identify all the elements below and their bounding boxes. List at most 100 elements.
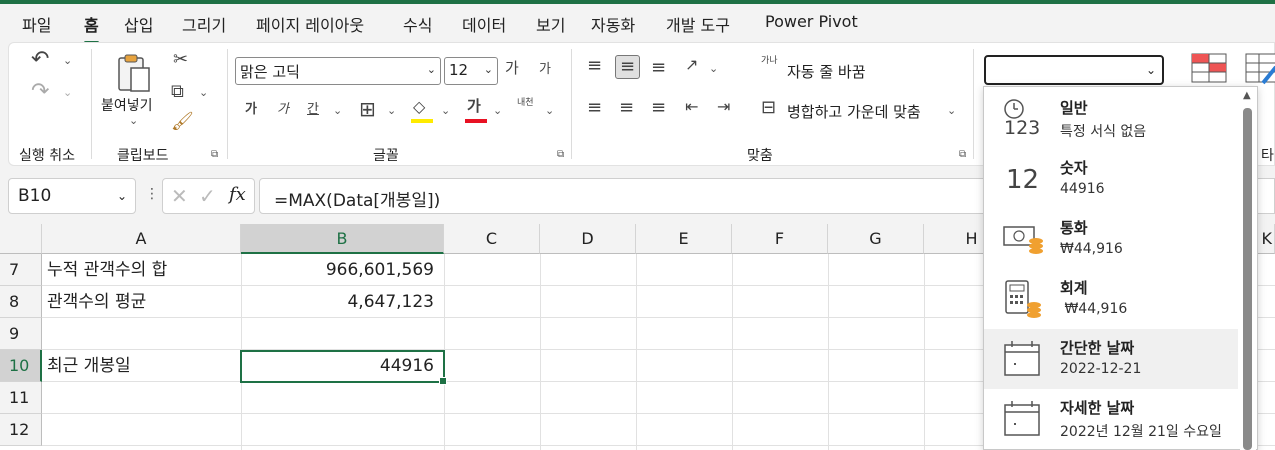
format-as-table-icon[interactable]	[1245, 53, 1275, 87]
column-header-b[interactable]: B	[241, 224, 444, 254]
active-cell-border	[240, 350, 447, 385]
cell-b8[interactable]: 4,647,123	[241, 286, 444, 318]
cell-b7[interactable]: 966,601,569	[241, 254, 444, 286]
redo-icon[interactable]: ↷	[31, 81, 49, 103]
dropdown-scrollbar[interactable]: ▲	[1240, 88, 1256, 450]
scrollbar-thumb[interactable]	[1243, 108, 1252, 450]
format-option-currency[interactable]: 통화 ₩44,916	[984, 209, 1238, 269]
cell-a7[interactable]: 누적 관객수의 합	[42, 254, 241, 286]
tab-page-layout[interactable]: 페이지 레이아웃	[256, 12, 364, 36]
column-header-a[interactable]: A	[42, 224, 241, 254]
format-option-long-date[interactable]: 자세한 날짜 2022년 12월 21일 수요일	[984, 389, 1238, 449]
border-icon[interactable]: ⊞	[359, 99, 376, 119]
scroll-up-icon[interactable]: ▲	[1243, 90, 1251, 101]
italic-button[interactable]: 가	[277, 103, 289, 116]
font-color-swatch	[465, 119, 487, 123]
select-all-corner[interactable]	[0, 224, 42, 254]
row-header-9[interactable]: 9	[0, 318, 42, 350]
tab-automate[interactable]: 자동화	[591, 12, 635, 36]
fill-color-swatch	[411, 119, 433, 123]
column-header-g[interactable]: G	[828, 224, 924, 254]
format-option-accounting[interactable]: 회계 ₩44,916	[984, 269, 1238, 329]
name-box[interactable]: B10 ⌄	[8, 178, 136, 214]
row-header-12[interactable]: 12	[0, 414, 42, 446]
underline-button[interactable]: 간	[307, 103, 319, 116]
font-color-button[interactable]: 가	[467, 99, 481, 114]
cell-a8[interactable]: 관객수의 평균	[42, 286, 241, 318]
tab-data[interactable]: 데이터	[462, 12, 506, 36]
paste-dropdown-icon[interactable]: ⌄	[129, 115, 138, 126]
tab-formulas[interactable]: 수식	[403, 12, 432, 36]
cut-icon[interactable]: ✂	[173, 51, 188, 69]
number-format-combo[interactable]: ⌄	[984, 55, 1164, 85]
copy-dropdown-icon[interactable]: ⌄	[199, 87, 208, 98]
tab-draw[interactable]: 그리기	[182, 12, 226, 36]
shrink-font-icon[interactable]: 가	[539, 63, 551, 76]
tab-home[interactable]: 홈	[84, 12, 99, 44]
chevron-down-icon: ⌄	[116, 189, 127, 203]
align-left-icon[interactable]: ≡	[587, 99, 602, 117]
cancel-icon[interactable]: ✕	[171, 184, 188, 208]
alignment-group-label: 맞춤	[747, 148, 773, 164]
tab-developer[interactable]: 개발 도구	[666, 12, 730, 36]
format-option-number[interactable]: 12 숫자 44916	[984, 149, 1238, 209]
formula-text: =MAX(Data[개봉일])	[274, 191, 441, 211]
orientation-dropdown-icon[interactable]: ⌄	[709, 63, 718, 74]
column-header-e[interactable]: E	[636, 224, 732, 254]
orientation-icon[interactable]: ↗	[685, 57, 698, 73]
bold-button[interactable]: 가	[245, 103, 257, 116]
border-dropdown-icon[interactable]: ⌄	[387, 105, 396, 116]
merge-dropdown-icon[interactable]: ⌄	[947, 105, 956, 116]
copy-icon[interactable]: ⧉	[171, 83, 184, 101]
fill-color-icon[interactable]: ◇	[413, 99, 425, 115]
align-top-icon[interactable]: ≡	[587, 57, 602, 75]
conditional-format-icon[interactable]	[1191, 53, 1227, 83]
format-painter-icon[interactable]: 🖌	[171, 113, 194, 131]
redo-dropdown-icon[interactable]: ⌄	[63, 87, 72, 98]
tab-power-pivot[interactable]: Power Pivot	[765, 12, 858, 31]
font-name-combo[interactable]: 맑은 고딕 ⌄	[235, 57, 441, 85]
format-option-general[interactable]: 123 일반 특정 서식 없음	[984, 89, 1238, 149]
row-header-7[interactable]: 7	[0, 254, 42, 286]
name-box-value: B10	[18, 186, 52, 206]
grow-font-icon[interactable]: 가	[505, 61, 519, 76]
row-header-10[interactable]: 10	[0, 350, 42, 382]
row-header-11[interactable]: 11	[0, 382, 42, 414]
alignment-launcher-icon[interactable]: ⧉	[959, 149, 966, 160]
phonetic-dropdown-icon[interactable]: ⌄	[545, 105, 554, 116]
undo-icon[interactable]: ↶	[31, 49, 49, 71]
column-header-d[interactable]: D	[540, 224, 636, 254]
undo-dropdown-icon[interactable]: ⌄	[63, 55, 72, 66]
merge-center-button[interactable]: 병합하고 가운데 맞춤	[787, 101, 921, 122]
increase-indent-icon[interactable]: ⇥	[717, 99, 730, 115]
phonetic-icon[interactable]: 내천	[517, 99, 534, 108]
align-bottom-icon[interactable]: ≡	[651, 59, 666, 77]
tab-view[interactable]: 보기	[536, 12, 565, 36]
enter-icon[interactable]: ✓	[199, 184, 216, 208]
tab-insert[interactable]: 삽입	[124, 12, 153, 36]
paste-button[interactable]: 붙여넣기	[101, 95, 153, 115]
decrease-indent-icon[interactable]: ⇤	[685, 99, 698, 115]
column-header-c[interactable]: C	[444, 224, 540, 254]
format-option-short-date[interactable]: 간단한 날짜 2022-12-21	[984, 329, 1238, 389]
font-size-combo[interactable]: 12 ⌄	[444, 57, 498, 85]
align-right-icon[interactable]: ≡	[651, 99, 666, 117]
column-header-f[interactable]: F	[732, 224, 828, 254]
font-color-dropdown-icon[interactable]: ⌄	[493, 105, 502, 116]
paste-icon[interactable]	[117, 53, 153, 93]
tab-file[interactable]: 파일	[22, 12, 51, 36]
align-middle-icon[interactable]: ≡	[615, 55, 641, 79]
clipboard-launcher-icon[interactable]: ⧉	[211, 149, 218, 160]
underline-dropdown-icon[interactable]: ⌄	[333, 105, 342, 116]
align-center-icon[interactable]: ≡	[619, 99, 634, 117]
accounting-icon	[1002, 277, 1042, 321]
row-header-8[interactable]: 8	[0, 286, 42, 318]
insert-function-button[interactable]: fx	[229, 184, 246, 205]
wrap-text-button[interactable]: 자동 줄 바꿈	[787, 61, 866, 82]
font-launcher-icon[interactable]: ⧉	[557, 149, 564, 160]
more-options-icon[interactable]: ⋮	[145, 186, 159, 202]
format-sample: 특정 서식 없음	[1060, 124, 1147, 140]
fill-color-dropdown-icon[interactable]: ⌄	[441, 105, 450, 116]
cell-a10[interactable]: 최근 개봉일	[42, 350, 241, 382]
format-title: 회계	[1060, 279, 1088, 297]
